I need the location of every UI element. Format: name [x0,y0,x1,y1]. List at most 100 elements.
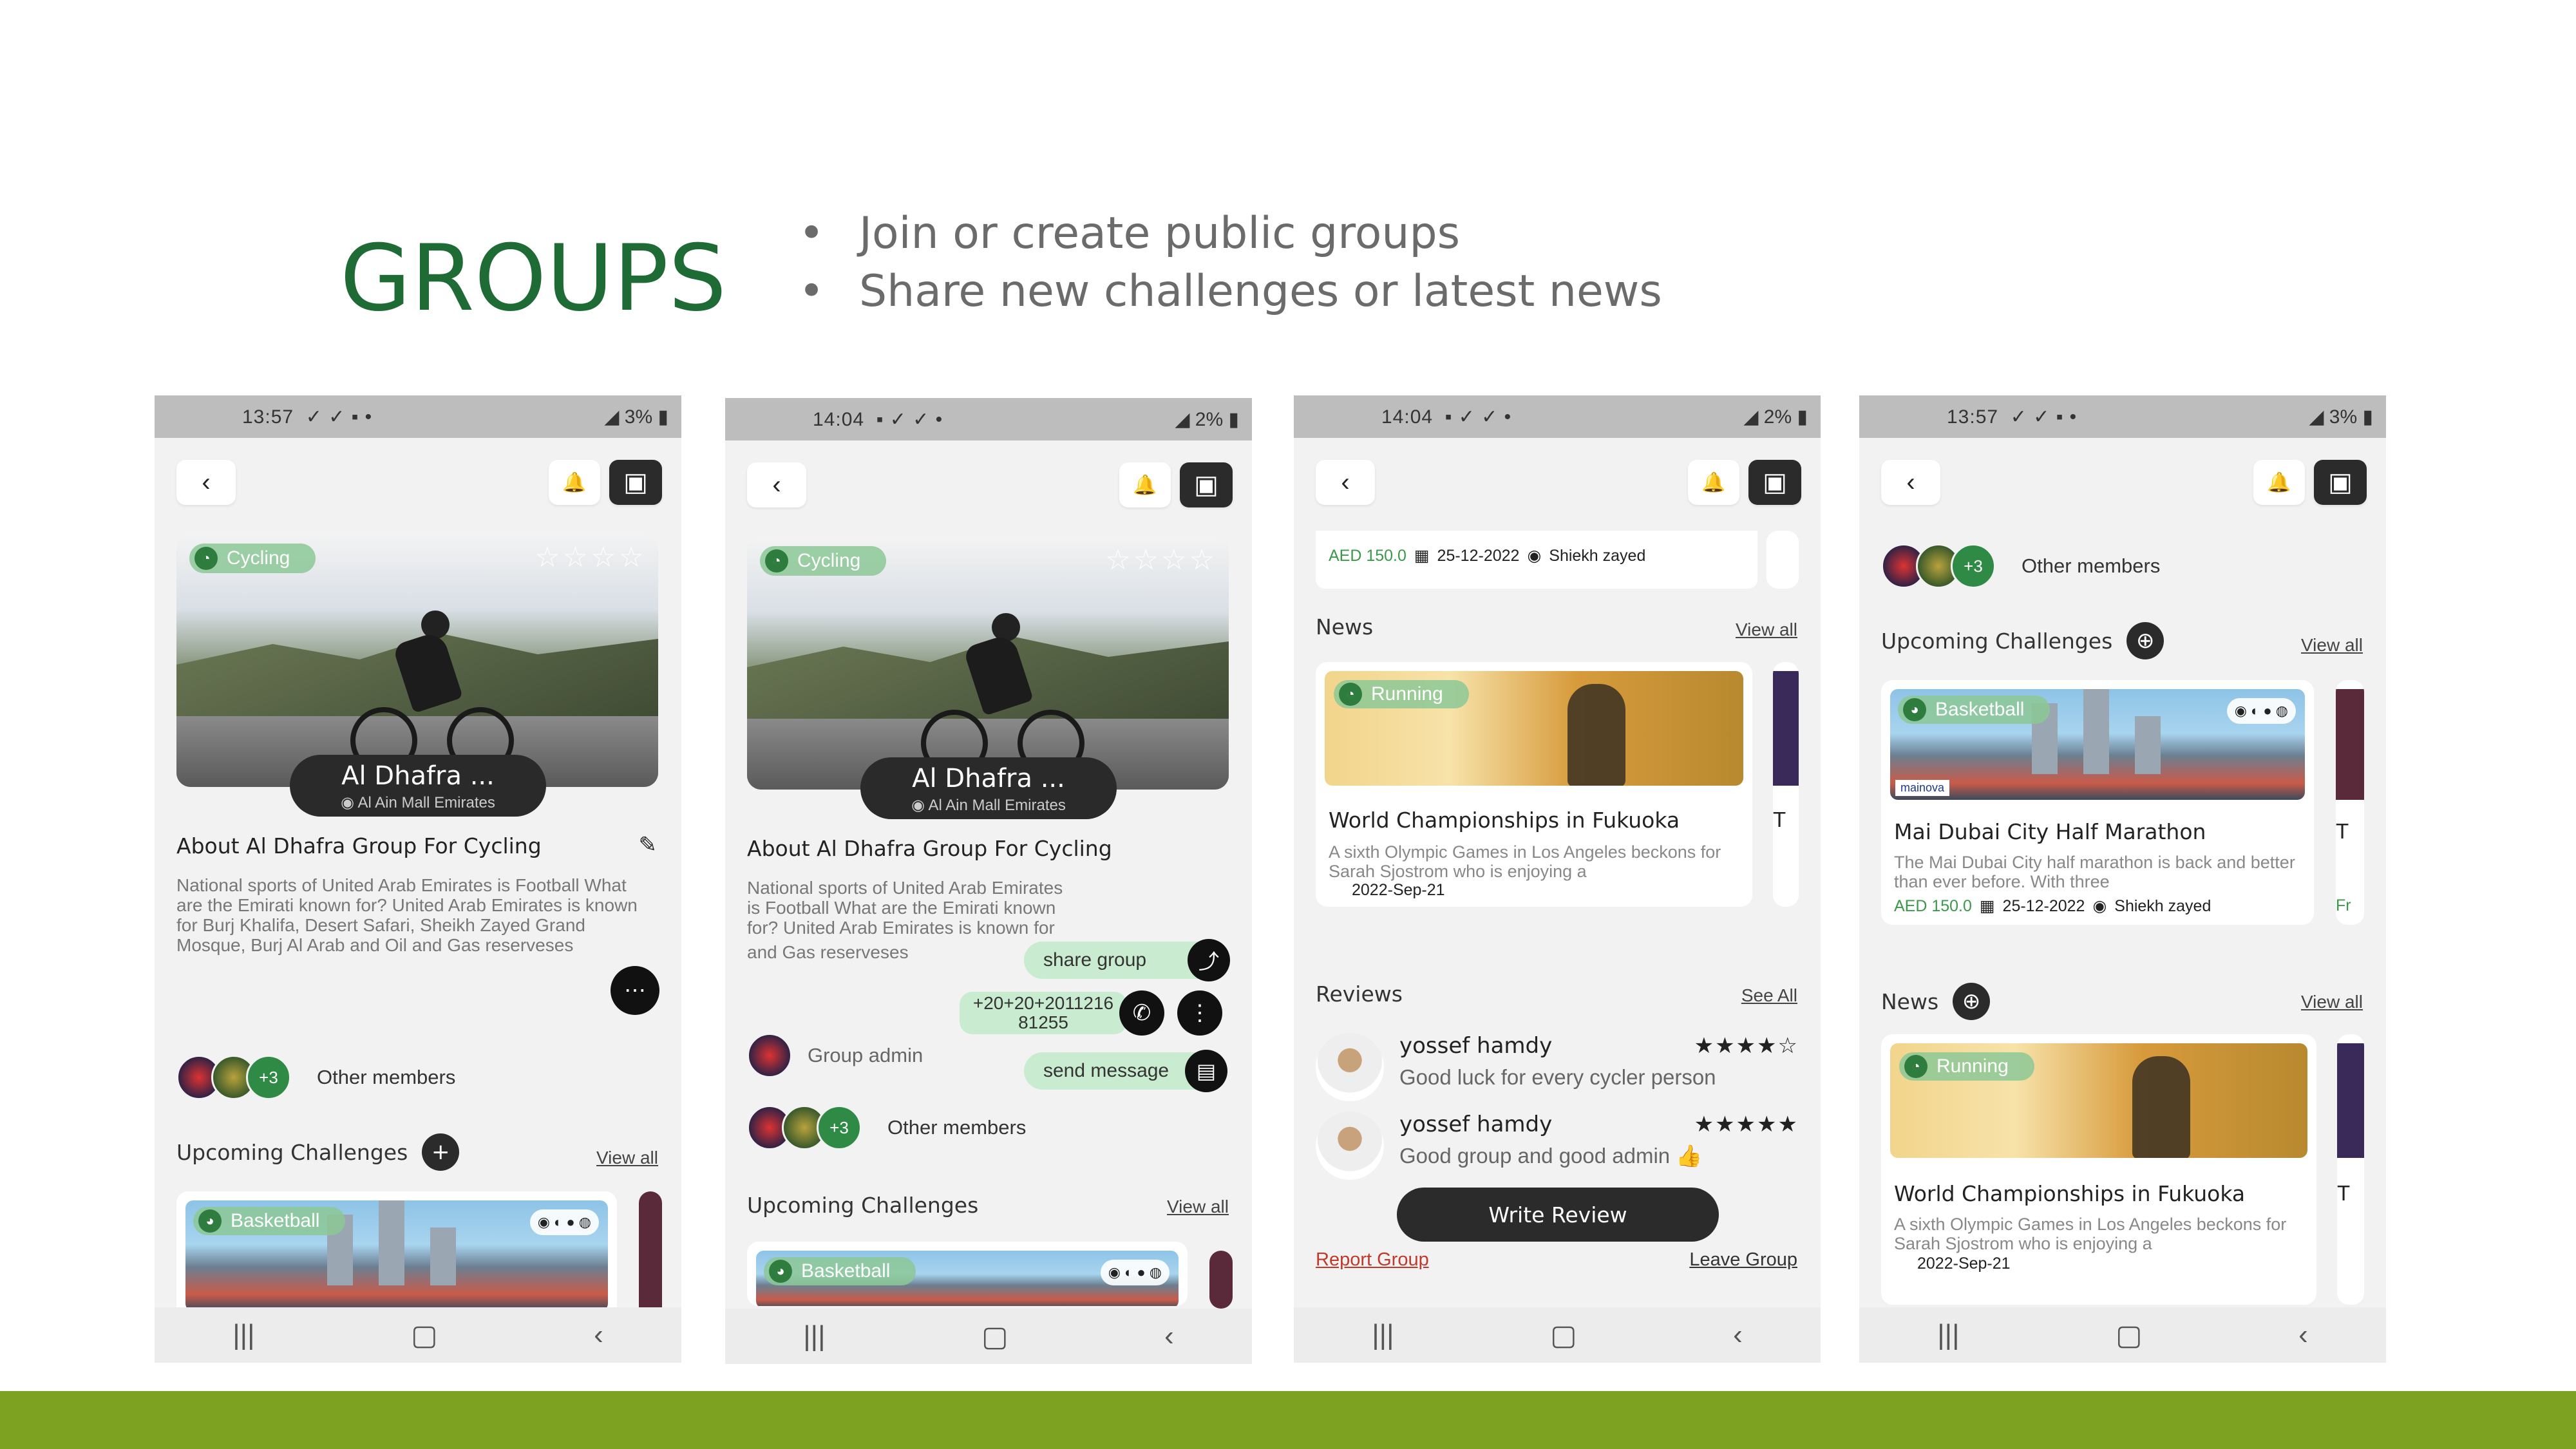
challenge-price: AED 150.0 [1329,546,1406,565]
sport-tag: ◕ Basketball [1898,696,2050,724]
challenge-card[interactable]: ◕ Basketball ◉ ◐ ● ◍ [176,1191,617,1320]
call-button[interactable]: ✆ [1119,990,1164,1036]
home-icon[interactable]: ▢ [411,1319,438,1352]
bullet-item: Share new challenges or latest news [799,263,1662,321]
store-icon: ▣ [623,468,648,497]
add-challenge-icon[interactable]: + [422,1133,460,1171]
battery-icon: ▮ [652,406,668,428]
challenge-card-bottom[interactable]: AED 150.0 ▦ 25-12-2022 ◉ Shiekh zayed [1316,531,1757,589]
share-group-button[interactable]: share group ⤴ [1024,939,1230,981]
review-text: Good luck for every cycler person [1399,1065,1716,1089]
see-all-link[interactable]: See All [1741,985,1797,1006]
store-button[interactable]: ▣ [1748,460,1801,505]
nav-back-icon[interactable]: ‹ [594,1319,603,1351]
next-card-peek[interactable] [639,1191,662,1320]
view-all-link[interactable]: View all [1736,620,1797,640]
notifications-button[interactable]: 🔔 [1119,462,1171,507]
status-icons: ✓ ✓ ▪ • [2010,406,2078,428]
store-button[interactable]: ▣ [2314,460,2367,505]
home-icon[interactable]: ▢ [981,1320,1009,1353]
status-bar: 14:04 ▪ ✓ ✓ • ◢ 2% ▮ [725,398,1252,440]
other-members-label: Other members [2022,554,2161,577]
news-image [2337,1043,2364,1158]
participants-icons: ◉ ◐ ● ◍ [529,1209,599,1235]
review-item: yossef hamdy ★★★★☆ Good luck for every c… [1316,1033,1799,1104]
view-all-link[interactable]: View all [1167,1197,1229,1217]
nav-back-icon[interactable]: ‹ [2298,1319,2308,1351]
bell-icon: 🔔 [2267,471,2291,493]
add-news-icon[interactable]: ⊕ [1953,983,1991,1020]
recent-apps-icon[interactable]: ||| [232,1319,254,1351]
notifications-button[interactable]: 🔔 [2253,460,2305,505]
battery-level: 3% [2329,406,2358,428]
nav-back-icon[interactable]: ‹ [1164,1320,1174,1352]
review-item: yossef hamdy ★★★★★ Good group and good a… [1316,1112,1799,1182]
phone-screen-group-details: 13:57 ✓ ✓ ▪ • ◢ 3% ▮ ‹ 🔔 ▣ ◔ Cycling ☆☆☆☆… [155,395,681,1363]
send-message-button[interactable]: send message ▤ [1024,1050,1227,1092]
slide-title: GROUPS [340,225,727,332]
members-row[interactable]: +3 Other members [1881,544,2160,589]
battery-icon: ▮ [1792,406,1808,428]
challenge-price: AED 150.0 [1894,896,1972,915]
other-members-label: Other members [317,1066,456,1088]
write-review-button[interactable]: Write Review [1397,1188,1719,1242]
bell-icon: 🔔 [1701,471,1726,493]
next-card-peek[interactable]: T Fr [2336,680,2364,925]
home-icon[interactable]: ▢ [1550,1319,1577,1352]
phone-number[interactable]: +20+20+2011216 81255 [960,992,1127,1034]
challenge-date: 25-12-2022 [2002,896,2085,915]
group-name: Al Dhafra ... [912,764,1065,793]
report-group-link[interactable]: Report Group [1316,1249,1429,1271]
view-all-link[interactable]: View all [596,1148,658,1168]
status-time: 14:04 [1381,406,1434,428]
news-card[interactable]: ◔ Running World Championships in Fukuoka … [1316,662,1752,907]
options-button[interactable]: ⋮ [1177,990,1222,1036]
peek-title: T [2337,1181,2351,1205]
notifications-button[interactable]: 🔔 [1688,460,1739,505]
upcoming-challenges-header: Upcoming Challenges + [176,1133,460,1171]
sponsor-logo: mainova [1895,780,1950,796]
sport-tag: ◔ Cycling [189,544,316,573]
members-row[interactable]: +3 Other members [176,1055,455,1100]
back-button[interactable]: ‹ [747,462,806,507]
more-options-button[interactable]: ⋯ [611,966,659,1015]
store-icon: ▣ [1194,471,1218,499]
back-icon: ‹ [1341,468,1350,497]
notifications-button[interactable]: 🔔 [549,460,600,505]
back-button[interactable]: ‹ [176,460,236,505]
recent-apps-icon[interactable]: ||| [1372,1319,1394,1351]
recent-apps-icon[interactable]: ||| [1937,1319,1959,1351]
add-challenge-icon[interactable]: ⊕ [2126,622,2164,659]
back-button[interactable]: ‹ [1316,460,1375,505]
back-button[interactable]: ‹ [1881,460,1940,505]
next-card-peek[interactable]: T [1773,662,1799,907]
battery-level: 3% [624,406,653,428]
view-all-link[interactable]: View all [2301,992,2363,1012]
challenge-card[interactable]: ◕ Basketball ◉ ◐ ● ◍ mainova Mai Dubai Ci… [1881,680,2314,925]
news-header: News [1316,614,1373,639]
store-button[interactable]: ▣ [1180,462,1233,507]
nav-back-icon[interactable]: ‹ [1733,1319,1743,1351]
view-all-link[interactable]: View all [2301,635,2363,656]
next-card-peek[interactable] [1766,531,1799,589]
status-icons: ▪ ✓ ✓ • [876,408,943,430]
challenge-card[interactable]: ◕ Basketball ◉ ◐ ● ◍ [747,1242,1188,1306]
news-title: World Championships in Fukuoka [1894,1181,2246,1206]
news-card[interactable]: ◔ Running World Championships in Fukuoka … [1881,1034,2316,1305]
bullet-list: Join or create public groups Share new c… [799,205,1662,321]
next-card-peek[interactable] [1209,1251,1233,1309]
about-text: National sports of United Arab Emirates … [747,878,1063,940]
rating-stars[interactable]: ☆☆☆☆ [1105,544,1217,576]
challenge-image: ◕ Basketball ◉ ◐ ● ◍ mainova [1890,689,2305,800]
store-button[interactable]: ▣ [609,460,662,505]
recent-apps-icon[interactable]: ||| [803,1320,825,1352]
store-icon: ▣ [2328,468,2353,497]
home-icon[interactable]: ▢ [2116,1319,2143,1352]
group-admin-row[interactable]: Group admin [747,1033,923,1078]
members-row[interactable]: +3 Other members [747,1105,1026,1150]
leave-group-link[interactable]: Leave Group [1689,1249,1797,1271]
android-nav-bar: ||| ▢ ‹ [1859,1307,2386,1363]
rating-stars[interactable]: ☆☆☆☆ [535,541,647,574]
next-card-peek[interactable]: T [2337,1034,2364,1305]
edit-icon[interactable]: ✎ [639,832,658,858]
